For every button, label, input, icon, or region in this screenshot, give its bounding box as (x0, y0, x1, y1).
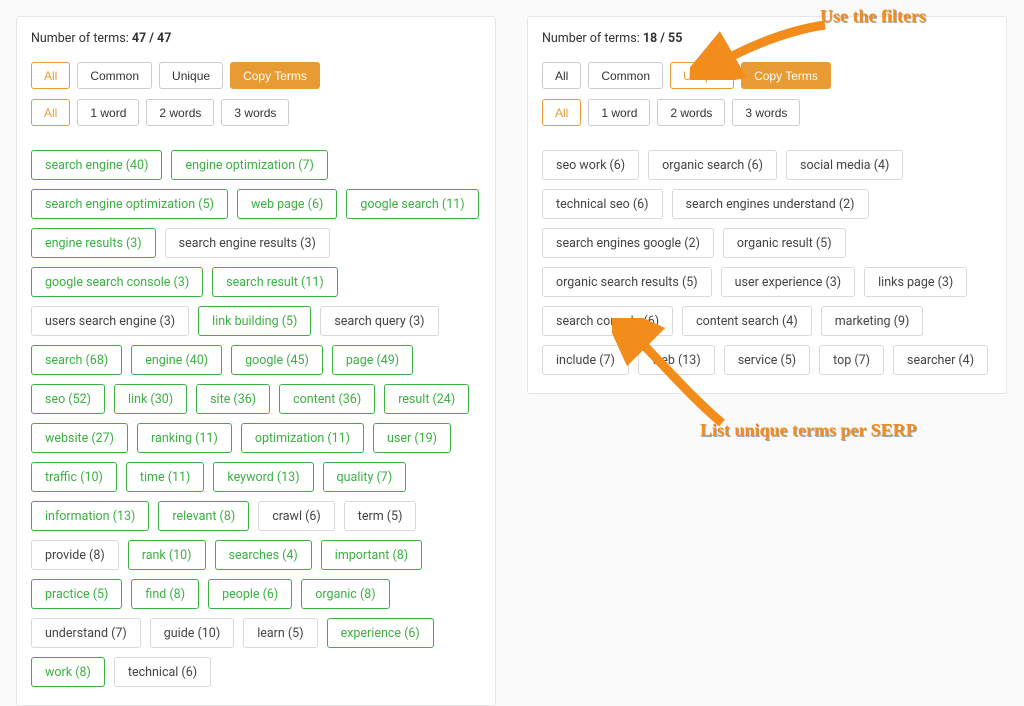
term-chip[interactable]: google search console (3) (31, 267, 203, 297)
term-chip[interactable]: content (36) (279, 384, 375, 414)
terms-count-label: Number of terms: (31, 31, 132, 46)
term-chip[interactable]: find (8) (131, 579, 199, 609)
term-chip[interactable]: searcher (4) (893, 345, 988, 375)
filter-3words[interactable]: 3 words (221, 99, 289, 126)
copy-terms-button[interactable]: Copy Terms (741, 62, 831, 89)
terms-count-header: Number of terms: 47 / 47 (31, 31, 481, 46)
term-chip[interactable]: seo (52) (31, 384, 105, 414)
term-chip[interactable]: time (11) (126, 462, 205, 492)
term-chip[interactable]: guide (10) (150, 618, 234, 648)
term-chip[interactable]: content search (4) (682, 306, 812, 336)
term-chip[interactable]: ranking (11) (137, 423, 232, 453)
term-chip[interactable]: traffic (10) (31, 462, 117, 492)
terms-panel-right: Number of terms: 18 / 55 All Common Uniq… (527, 16, 1007, 394)
term-chip[interactable]: search query (3) (320, 306, 438, 336)
filter-row-words: All 1 word 2 words 3 words (542, 99, 992, 126)
term-chip[interactable]: top (7) (819, 345, 884, 375)
filter-row-words: All 1 word 2 words 3 words (31, 99, 481, 126)
filter-row-type: All Common Unique Copy Terms (542, 62, 992, 89)
term-chip[interactable]: social media (4) (786, 150, 903, 180)
term-chip[interactable]: link (30) (114, 384, 187, 414)
term-chip[interactable]: google search (11) (346, 189, 478, 219)
term-chip[interactable]: google (45) (231, 345, 323, 375)
term-chip[interactable]: users search engine (3) (31, 306, 189, 336)
term-chip[interactable]: search result (11) (212, 267, 338, 297)
term-chip[interactable]: term (5) (344, 501, 417, 531)
terms-list: seo work (6) organic search (6) social med… (542, 150, 992, 375)
filter-1word[interactable]: 1 word (77, 99, 139, 126)
term-chip[interactable]: page (49) (332, 345, 413, 375)
term-chip[interactable]: search console (6) (542, 306, 673, 336)
term-chip[interactable]: engine (40) (131, 345, 222, 375)
term-chip[interactable]: include (7) (542, 345, 629, 375)
term-chip[interactable]: technical (6) (114, 657, 211, 687)
term-chip[interactable]: web (13) (638, 345, 715, 375)
term-chip[interactable]: search engines understand (2) (672, 189, 869, 219)
term-chip[interactable]: keyword (13) (213, 462, 313, 492)
term-chip[interactable]: website (27) (31, 423, 128, 453)
filter-2words[interactable]: 2 words (657, 99, 725, 126)
term-chip[interactable]: site (36) (196, 384, 270, 414)
term-chip[interactable]: organic result (5) (723, 228, 846, 258)
filter-words-all[interactable]: All (542, 99, 581, 126)
filter-all[interactable]: All (542, 62, 581, 89)
term-chip[interactable]: technical seo (6) (542, 189, 663, 219)
term-chip[interactable]: search engines google (2) (542, 228, 714, 258)
term-chip[interactable]: rank (10) (128, 540, 206, 570)
filter-words-all[interactable]: All (31, 99, 70, 126)
filter-row-type: All Common Unique Copy Terms (31, 62, 481, 89)
filter-all[interactable]: All (31, 62, 70, 89)
terms-count-value: 18 / 55 (643, 31, 683, 46)
term-chip[interactable]: practice (5) (31, 579, 122, 609)
term-chip[interactable]: organic search results (5) (542, 267, 712, 297)
term-chip[interactable]: service (5) (724, 345, 810, 375)
filter-unique[interactable]: Unique (159, 62, 223, 89)
filter-2words[interactable]: 2 words (146, 99, 214, 126)
term-chip[interactable]: search engine optimization (5) (31, 189, 228, 219)
term-chip[interactable]: information (13) (31, 501, 149, 531)
term-chip[interactable]: seo work (6) (542, 150, 639, 180)
term-chip[interactable]: organic (8) (301, 579, 389, 609)
term-chip[interactable]: search engine results (3) (165, 228, 330, 258)
term-chip[interactable]: organic search (6) (648, 150, 777, 180)
term-chip[interactable]: engine results (3) (31, 228, 156, 258)
term-chip[interactable]: web page (6) (237, 189, 337, 219)
term-chip[interactable]: user (19) (373, 423, 451, 453)
filter-unique[interactable]: Unique (670, 62, 734, 89)
term-chip[interactable]: work (8) (31, 657, 105, 687)
filter-3words[interactable]: 3 words (732, 99, 800, 126)
terms-panel-left: Number of terms: 47 / 47 All Common Uniq… (16, 16, 496, 706)
term-chip[interactable]: searches (4) (215, 540, 312, 570)
annotation-text-bottom: List unique terms per SERP (700, 420, 917, 441)
terms-count-value: 47 / 47 (132, 31, 172, 46)
term-chip[interactable]: marketing (9) (821, 306, 924, 336)
filter-1word[interactable]: 1 word (588, 99, 650, 126)
term-chip[interactable]: provide (8) (31, 540, 119, 570)
term-chip[interactable]: search engine (40) (31, 150, 162, 180)
terms-count-header: Number of terms: 18 / 55 (542, 31, 992, 46)
term-chip[interactable]: search (68) (31, 345, 122, 375)
term-chip[interactable]: important (8) (321, 540, 422, 570)
term-chip[interactable]: relevant (8) (158, 501, 249, 531)
term-chip[interactable]: quality (7) (323, 462, 407, 492)
term-chip[interactable]: user experience (3) (721, 267, 856, 297)
term-chip[interactable]: link building (5) (198, 306, 311, 336)
term-chip[interactable]: links page (3) (864, 267, 967, 297)
copy-terms-button[interactable]: Copy Terms (230, 62, 320, 89)
term-chip[interactable]: engine optimization (7) (171, 150, 327, 180)
filter-common[interactable]: Common (588, 62, 663, 89)
term-chip[interactable]: optimization (11) (241, 423, 364, 453)
terms-list: search engine (40) engine optimization (7… (31, 150, 481, 687)
term-chip[interactable]: learn (5) (243, 618, 317, 648)
term-chip[interactable]: crawl (6) (258, 501, 335, 531)
filter-common[interactable]: Common (77, 62, 152, 89)
term-chip[interactable]: result (24) (384, 384, 469, 414)
terms-count-label: Number of terms: (542, 31, 643, 46)
term-chip[interactable]: understand (7) (31, 618, 141, 648)
term-chip[interactable]: experience (6) (327, 618, 434, 648)
term-chip[interactable]: people (6) (208, 579, 292, 609)
